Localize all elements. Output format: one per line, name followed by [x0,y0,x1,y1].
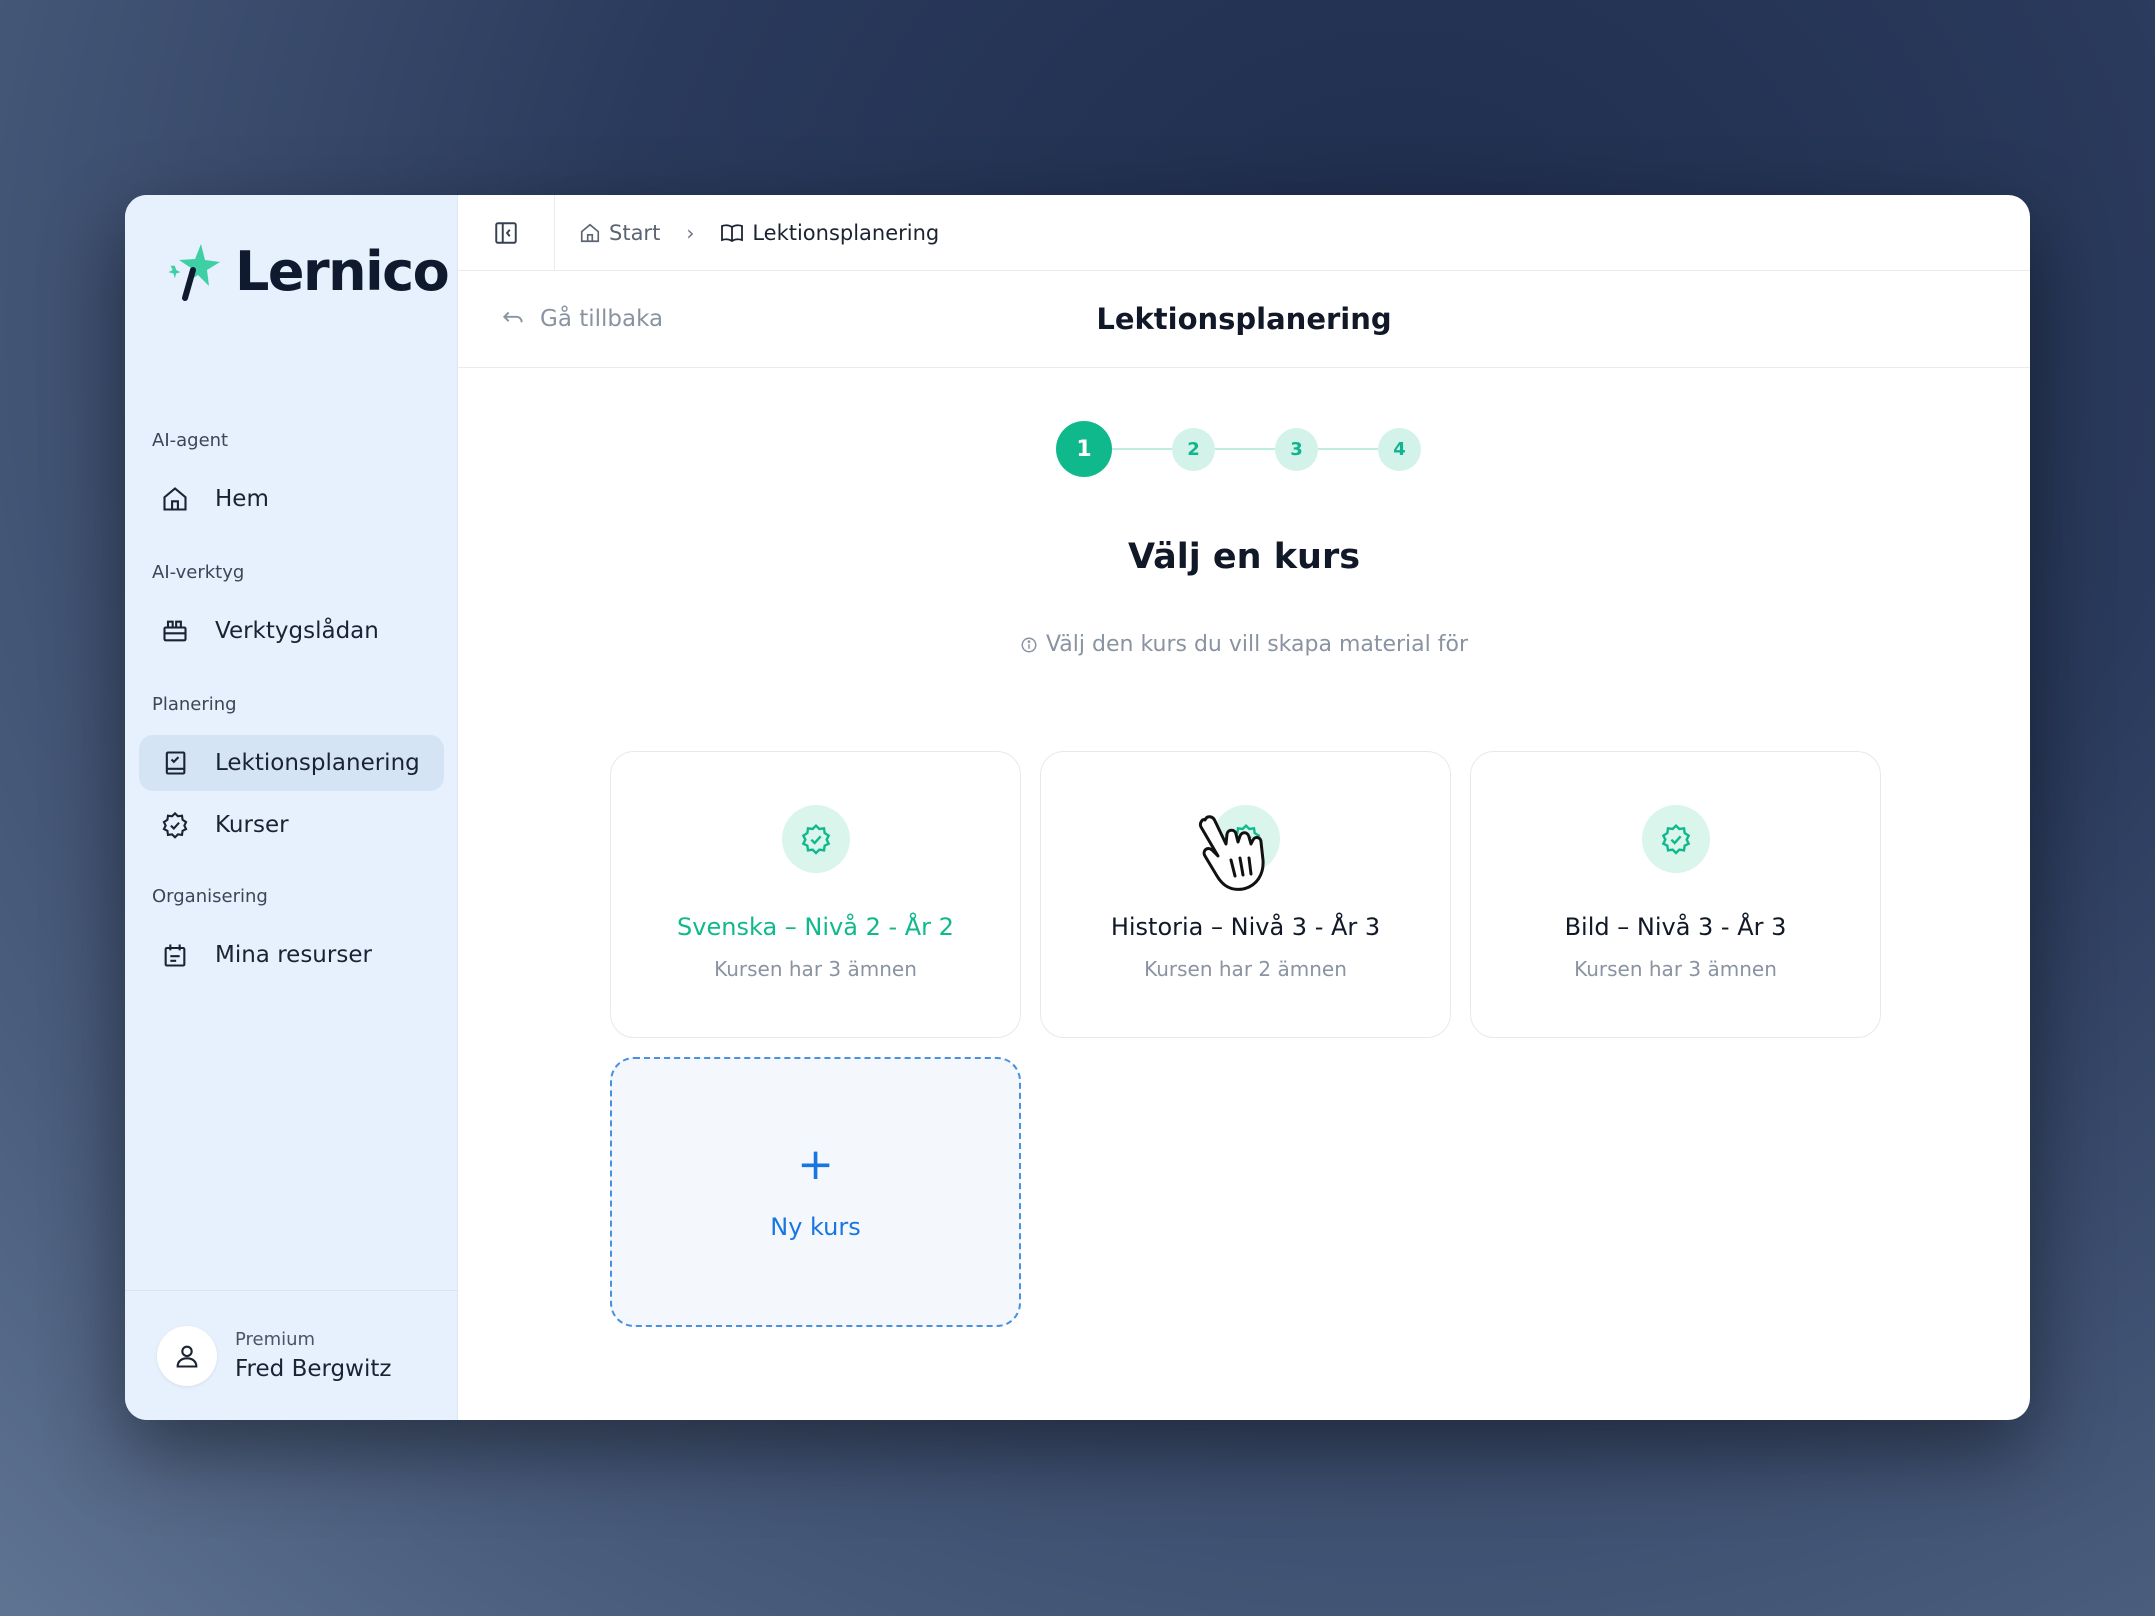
badge-check-icon [1231,823,1260,855]
step-1[interactable]: 1 [1056,421,1112,477]
sidebar-item-verktygsladan[interactable]: Verktygslådan [139,603,444,659]
sidebar-item-mina-resurser[interactable]: Mina resurser [139,927,444,983]
topbar: Start › Lektionsplanering [458,195,2030,271]
home-icon [580,223,600,242]
badge-check-icon [162,811,188,839]
page-title: Lektionsplanering [1096,302,1392,336]
book-open-icon [721,223,744,242]
chevron-right-icon: › [686,220,695,245]
nav-heading: Organisering [152,886,268,907]
breadcrumb-label: Lektionsplanering [752,220,940,245]
sidebar-item-label: Mina resurser [215,942,372,968]
course-badge [1641,805,1710,873]
breadcrumb-lektionsplanering[interactable]: Lektionsplanering [720,221,939,245]
app-window: Lernico AI-agent Hem AI-verktyg Verktygs… [125,195,2030,1420]
step-connector [1318,448,1378,450]
toolbox-icon [163,620,187,642]
breadcrumb-start[interactable]: Start [579,221,660,245]
main-content: Start › Lektionsplanering Gå tillbaka Le… [458,195,2030,1420]
home-icon [163,487,187,511]
nav-section-ai-agent: AI-agent Hem [125,430,458,533]
stepper: 1 2 3 4 [1056,421,1421,477]
section-heading: Välj en kurs [1127,537,1361,577]
new-course-label: Ny kurs [770,1213,861,1241]
calendar-box-icon [164,944,186,967]
step-4[interactable]: 4 [1378,427,1421,471]
sidebar-toggle-icon [495,221,517,244]
course-card-svenska[interactable]: Svenska – Nivå 2 - År 2 Kursen har 3 ämn… [610,751,1021,1038]
step-connector [1112,448,1172,450]
user-icon [176,1345,198,1368]
hint-text: Välj den kurs du vill skapa material för [458,632,2030,657]
sidebar-item-label: Kurser [215,812,289,838]
course-title: Historia – Nivå 3 - År 3 [1110,913,1381,941]
course-subtitle: Kursen har 2 ämnen [1144,957,1347,981]
course-title: Bild – Nivå 3 - År 3 [1564,913,1787,941]
nav-heading: AI-verktyg [152,562,245,583]
badge-check-icon [801,823,830,855]
sparkle-logo-icon [168,243,220,301]
brand-name: Lernico [235,240,450,303]
course-card-bild[interactable]: Bild – Nivå 3 - År 3 Kursen har 3 ämnen [1470,751,1881,1038]
user-info: Premium Fred Bergwitz [235,1329,391,1382]
breadcrumb: Start › Lektionsplanering [579,221,939,245]
nav-section-planering: Planering Lektionsplanering Kurser [125,694,458,859]
nav-heading: AI-agent [152,430,229,451]
plus-icon: + [797,1139,834,1190]
back-button[interactable]: Gå tillbaka [500,306,663,332]
course-badge [1211,805,1280,873]
nav-heading: Planering [152,694,237,715]
course-subtitle: Kursen har 3 ämnen [714,957,917,981]
sidebar: Lernico AI-agent Hem AI-verktyg Verktygs… [125,195,458,1420]
sidebar-item-kurser[interactable]: Kurser [139,797,444,853]
course-badge [781,805,850,873]
user-plan: Premium [235,1329,316,1350]
course-subtitle: Kursen har 3 ämnen [1574,957,1777,981]
user-name: Fred Bergwitz [235,1356,392,1382]
sidebar-toggle-button[interactable] [458,195,555,271]
page-header: Gå tillbaka Lektionsplanering [458,271,2030,368]
user-profile[interactable]: Premium Fred Bergwitz [125,1290,458,1420]
sidebar-item-label: Hem [215,486,269,512]
step-2[interactable]: 2 [1172,427,1215,471]
sidebar-item-label: Verktygslådan [215,618,379,644]
notebook-icon [165,751,186,775]
breadcrumb-label: Start [609,220,661,245]
course-card-historia[interactable]: Historia – Nivå 3 - År 3 Kursen har 2 äm… [1040,751,1451,1038]
info-icon [1021,637,1037,652]
step-connector [1215,448,1275,450]
hint-label: Välj den kurs du vill skapa material för [1045,632,1469,657]
back-label: Gå tillbaka [540,306,664,332]
sidebar-item-label: Lektionsplanering [215,750,420,776]
sidebar-item-hem[interactable]: Hem [139,471,444,527]
undo-arrow-icon [502,311,523,323]
new-course-button[interactable]: + Ny kurs [610,1057,1021,1327]
sidebar-item-lektionsplanering[interactable]: Lektionsplanering [139,735,444,791]
step-3[interactable]: 3 [1275,427,1318,471]
nav-section-ai-verktyg: AI-verktyg Verktygslådan [125,562,458,665]
badge-check-icon [1661,823,1690,855]
avatar [157,1325,217,1386]
course-title: Svenska – Nivå 2 - År 2 [677,913,954,941]
logo[interactable]: Lernico [165,240,450,303]
nav-section-organisering: Organisering Mina resurser [125,886,458,989]
